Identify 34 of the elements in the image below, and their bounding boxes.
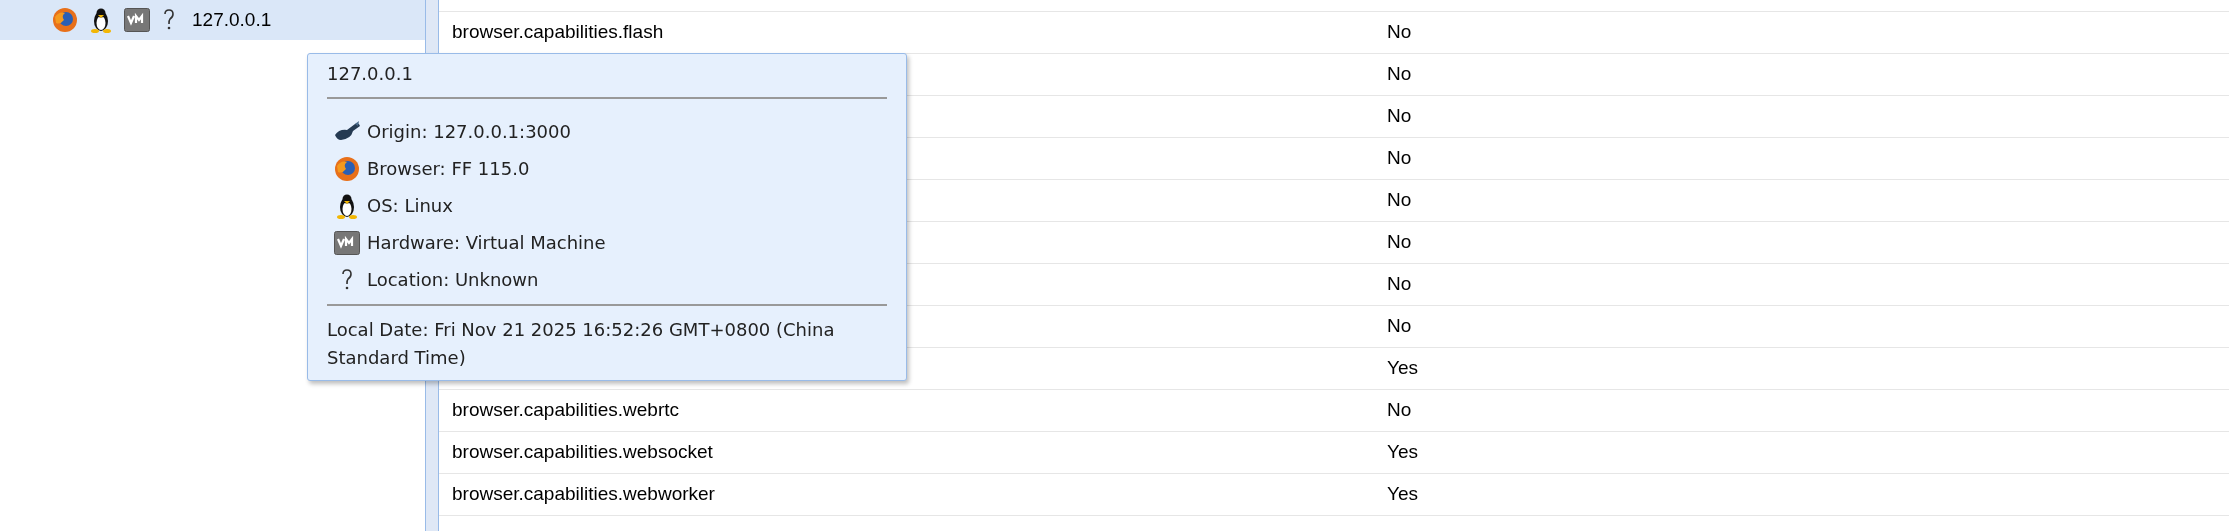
penguin-icon — [336, 192, 358, 219]
table-cell: No — [1387, 147, 1412, 169]
host-label: 127.0.0.1 — [192, 7, 272, 32]
table-cell: Yes — [1387, 357, 1418, 379]
question-icon — [162, 8, 176, 32]
table-cell: No — [1387, 399, 1412, 421]
firefox-icon — [52, 7, 78, 33]
vm-icon — [334, 230, 360, 255]
table-cell: browser.capabilities.flash — [452, 21, 664, 43]
tooltip-detail: Origin: 127.0.0.1:3000 — [367, 120, 571, 144]
table-cell: No — [1387, 21, 1412, 43]
tooltip-detail: Hardware: Virtual Machine — [367, 231, 606, 255]
tooltip-detail: OS: Linux — [367, 194, 453, 218]
table-cell: No — [1387, 105, 1412, 127]
tooltip-detail: Browser: FF 115.0 — [367, 157, 530, 181]
table-cell: No — [1387, 63, 1412, 85]
table-cell: No — [1387, 189, 1412, 211]
table-cell: browser.capabilities.webrtc — [452, 399, 680, 421]
table-cell: No — [1387, 273, 1412, 295]
question-icon — [340, 267, 354, 292]
tree-item[interactable]: 127.0.0.1 — [0, 0, 425, 40]
table-cell: Yes — [1387, 441, 1418, 463]
bird-icon — [333, 120, 361, 143]
vm-icon — [124, 8, 150, 32]
table-cell: browser.capabilities.websocket — [452, 441, 713, 463]
table-cell: No — [1387, 315, 1412, 337]
table-cell: No — [1387, 231, 1412, 253]
tooltip-title: 127.0.0.1 — [327, 63, 413, 84]
penguin-icon — [90, 7, 112, 33]
firefox-icon — [334, 155, 360, 182]
tooltip-detail: Location: Unknown — [367, 268, 539, 292]
table-cell: browser.capabilities.webworker — [452, 483, 715, 505]
local-date: Local Date: Fri Nov 21 2025 16:52:26 GMT+0800 (China Standard Time) — [327, 318, 836, 370]
table-cell: Yes — [1387, 483, 1418, 505]
